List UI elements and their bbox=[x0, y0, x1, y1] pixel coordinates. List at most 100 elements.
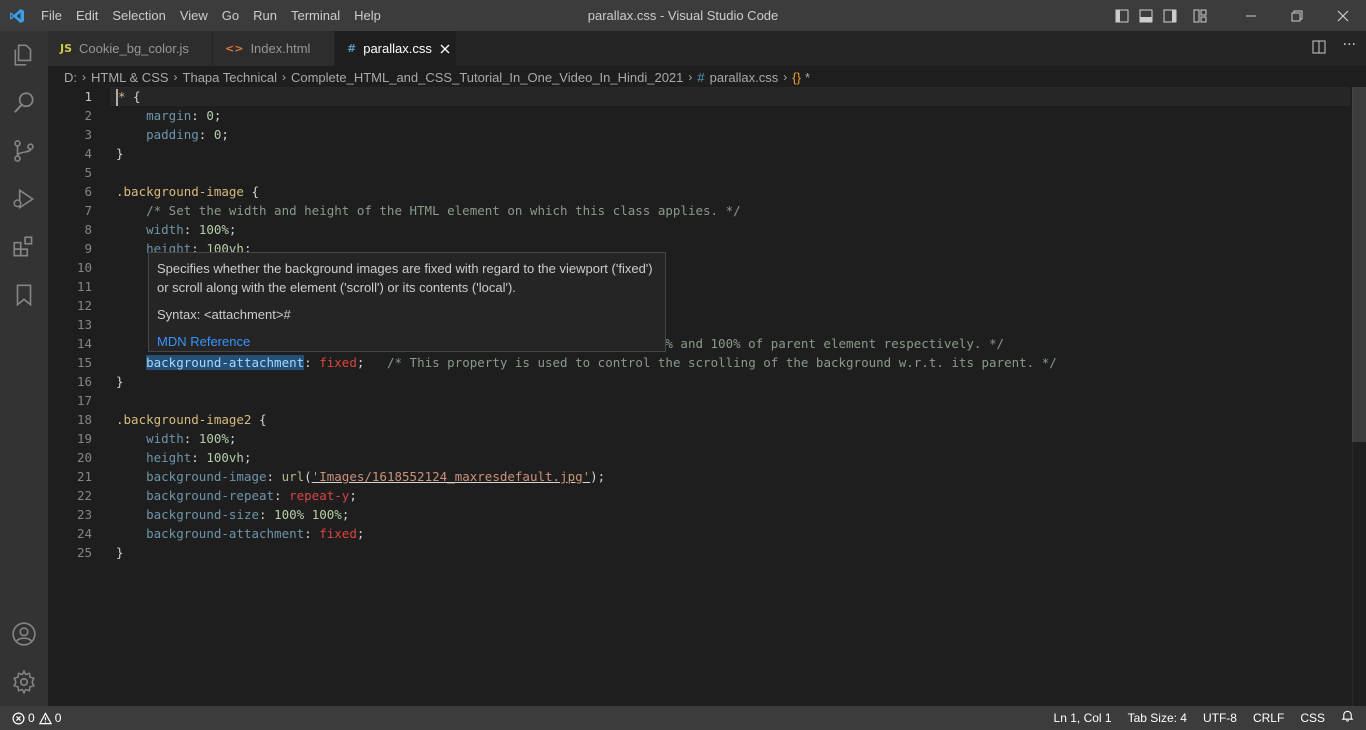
menu-view[interactable]: View bbox=[173, 0, 215, 31]
line-number: 9 bbox=[84, 241, 92, 256]
status-right: Ln 1, Col 1 Tab Size: 4 UTF-8 CRLF CSS bbox=[1046, 706, 1366, 730]
line-number: 10 bbox=[76, 260, 92, 275]
breadcrumb-folder[interactable]: Thapa Technical bbox=[183, 70, 277, 85]
activity-bar bbox=[0, 31, 48, 706]
warning-count: 0 bbox=[54, 711, 62, 725]
chevron-right-icon: › bbox=[783, 70, 788, 84]
code-line: * { bbox=[116, 89, 141, 106]
javascript-file-icon: JS bbox=[60, 42, 73, 55]
line-number: 19 bbox=[76, 431, 92, 446]
scrollbar-thumb[interactable] bbox=[1352, 87, 1366, 442]
code-line: .background-image2 { bbox=[116, 412, 267, 427]
breadcrumb-symbol[interactable]: * bbox=[805, 70, 810, 85]
vscode-logo-icon bbox=[0, 0, 34, 31]
line-number: 8 bbox=[84, 222, 92, 237]
line-number: 15 bbox=[76, 355, 92, 370]
tab-index-html[interactable]: <> Index.html bbox=[213, 31, 335, 66]
hover-tooltip: Specifies whether the background images … bbox=[148, 252, 666, 352]
restore-icon[interactable] bbox=[1274, 0, 1320, 31]
breadcrumb-file[interactable]: parallax.css bbox=[710, 70, 779, 85]
customize-layout-icon[interactable] bbox=[1188, 0, 1212, 31]
close-tab-icon[interactable] bbox=[440, 41, 450, 57]
hover-syntax: Syntax: <attachment># bbox=[157, 307, 291, 322]
chevron-right-icon: › bbox=[688, 70, 693, 84]
line-number: 5 bbox=[84, 165, 92, 180]
code-line: background-attachment: fixed; bbox=[146, 526, 365, 541]
menu-help[interactable]: Help bbox=[347, 0, 388, 31]
line-number: 1 bbox=[84, 89, 92, 104]
line-number: 11 bbox=[76, 279, 92, 294]
code-line: width: 100%; bbox=[146, 431, 237, 446]
minimize-icon[interactable] bbox=[1228, 0, 1274, 31]
line-number: 20 bbox=[76, 450, 92, 465]
tab-size[interactable]: Tab Size: 4 bbox=[1120, 706, 1195, 730]
toggle-panel-icon[interactable] bbox=[1134, 0, 1158, 31]
accounts-icon[interactable] bbox=[0, 610, 48, 658]
menu-file[interactable]: File bbox=[34, 0, 69, 31]
line-number: 25 bbox=[76, 545, 92, 560]
line-number: 24 bbox=[76, 526, 92, 541]
breadcrumb-drive[interactable]: D: bbox=[64, 70, 77, 85]
close-window-icon[interactable] bbox=[1320, 0, 1366, 31]
tab-label: Index.html bbox=[250, 41, 311, 56]
line-number: 21 bbox=[76, 469, 92, 484]
code-line: } bbox=[116, 374, 124, 389]
title-controls bbox=[1110, 0, 1366, 31]
encoding[interactable]: UTF-8 bbox=[1195, 706, 1245, 730]
toggle-sidebar-icon[interactable] bbox=[1110, 0, 1134, 31]
source-control-icon[interactable] bbox=[0, 127, 48, 175]
html-file-icon: <> bbox=[225, 42, 244, 55]
symbol-ruleset-icon: {} bbox=[792, 69, 801, 85]
settings-gear-icon[interactable] bbox=[0, 658, 48, 706]
menu-bar: File Edit Selection View Go Run Terminal… bbox=[34, 0, 388, 31]
breadcrumb-folder[interactable]: HTML & CSS bbox=[91, 70, 169, 85]
mdn-reference-link[interactable]: MDN Reference bbox=[157, 334, 250, 349]
status-bar: 0 0 Ln 1, Col 1 Tab Size: 4 UTF-8 CRLF C… bbox=[0, 706, 1366, 730]
line-number: 18 bbox=[76, 412, 92, 427]
code-line: margin: 0; bbox=[146, 108, 222, 123]
bookmarks-icon[interactable] bbox=[0, 271, 48, 319]
line-number: 6 bbox=[84, 184, 92, 199]
cursor-position[interactable]: Ln 1, Col 1 bbox=[1046, 706, 1120, 730]
code-line: height: 100vh; bbox=[146, 450, 252, 465]
warning-icon bbox=[38, 711, 52, 724]
language-mode[interactable]: CSS bbox=[1292, 706, 1333, 730]
run-debug-icon[interactable] bbox=[0, 175, 48, 223]
explorer-icon[interactable] bbox=[0, 31, 48, 79]
search-icon[interactable] bbox=[0, 79, 48, 127]
menu-edit[interactable]: Edit bbox=[69, 0, 105, 31]
line-number: 3 bbox=[84, 127, 92, 142]
tab-parallax-css[interactable]: # parallax.css bbox=[335, 31, 457, 66]
menu-selection[interactable]: Selection bbox=[105, 0, 172, 31]
code-line: .background-image { bbox=[116, 184, 259, 199]
tab-label: parallax.css bbox=[363, 41, 432, 56]
line-number: 2 bbox=[84, 108, 92, 123]
toggle-secondary-sidebar-icon[interactable] bbox=[1158, 0, 1182, 31]
line-number: 14 bbox=[76, 336, 92, 351]
extensions-icon[interactable] bbox=[0, 223, 48, 271]
more-actions-icon[interactable]: ··· bbox=[1343, 37, 1356, 53]
split-editor-icon[interactable] bbox=[1312, 40, 1326, 58]
code-line: background-repeat: repeat-y; bbox=[146, 488, 357, 503]
tab-cookie-bg-color-js[interactable]: JS Cookie_bg_color.js bbox=[48, 31, 213, 66]
code-line: /* Set the width and height of the HTML … bbox=[146, 203, 741, 218]
menu-go[interactable]: Go bbox=[215, 0, 246, 31]
menu-terminal[interactable]: Terminal bbox=[284, 0, 347, 31]
breadcrumb-folder[interactable]: Complete_HTML_and_CSS_Tutorial_In_One_Vi… bbox=[291, 70, 683, 85]
line-number: 16 bbox=[76, 374, 92, 389]
breadcrumb: D: › HTML & CSS › Thapa Technical › Comp… bbox=[48, 66, 1366, 88]
editor-tabs: JS Cookie_bg_color.js <> Index.html # pa… bbox=[48, 31, 1366, 66]
code-editor[interactable]: 1 2 3 4 5 6 7 8 9 10 11 12 13 14 15 16 17 18 19 20 21 22 23 24 2… bbox=[48, 87, 1366, 706]
chevron-right-icon: › bbox=[173, 70, 178, 84]
notifications-bell-icon[interactable] bbox=[1333, 706, 1366, 730]
title-bar: File Edit Selection View Go Run Terminal… bbox=[0, 0, 1366, 31]
code-line: background-size: 100% 100%; bbox=[146, 507, 350, 522]
css-file-icon: # bbox=[347, 42, 357, 55]
end-of-line[interactable]: CRLF bbox=[1245, 706, 1292, 730]
line-number: 7 bbox=[84, 203, 92, 218]
problems-indicator[interactable]: 0 0 bbox=[0, 711, 61, 725]
line-number: 4 bbox=[84, 146, 92, 161]
css-file-icon: # bbox=[697, 69, 705, 85]
menu-run[interactable]: Run bbox=[246, 0, 284, 31]
